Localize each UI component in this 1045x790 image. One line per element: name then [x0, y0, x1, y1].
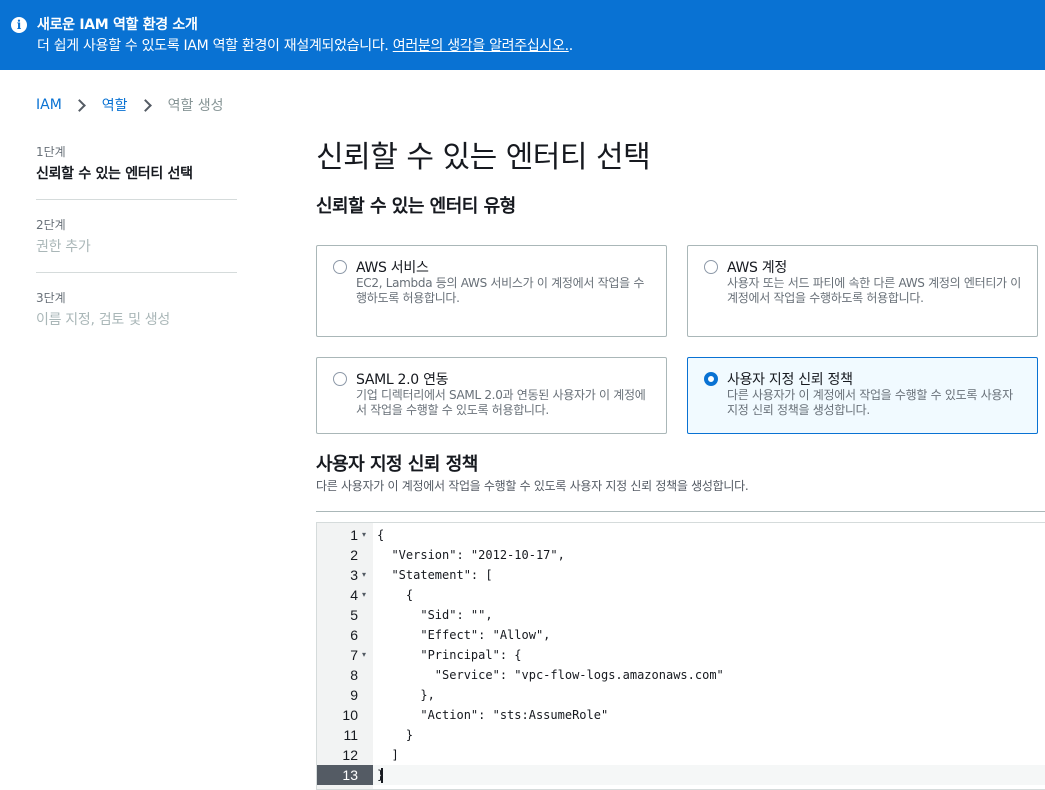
- option-description: 사용자 또는 서드 파티에 속한 다른 AWS 계정의 엔터티가 이 계정에서 …: [727, 276, 1022, 305]
- entity-option-saml[interactable]: SAML 2.0 연동 기업 디렉터리에서 SAML 2.0과 연동된 사용자가…: [316, 357, 667, 434]
- fold-arrow-icon[interactable]: ▾: [362, 529, 366, 541]
- step-label: 이름 지정, 검토 및 생성: [36, 312, 170, 328]
- option-title: AWS 서비스: [356, 260, 429, 276]
- code-text: "Sid": "",: [377, 608, 493, 622]
- code-text: "Statement": [: [377, 568, 493, 582]
- line-number: 3: [350, 567, 358, 583]
- code-line[interactable]: 10 "Action": "sts:AssumeRole": [317, 705, 1045, 725]
- policy-code-editor[interactable]: 1 ▾ {2 "Version": "2012-10-17", 3 ▾ "Stateme…: [316, 522, 1045, 790]
- chevron-right-icon: [138, 98, 152, 112]
- banner-title: 새로운 IAM 역할 환경 소개: [37, 17, 198, 33]
- info-icon: i: [11, 17, 27, 33]
- option-description: EC2, Lambda 등의 AWS 서비스가 이 계정에서 작업을 수행하도록…: [356, 276, 645, 305]
- chevron-right-icon: [72, 98, 86, 112]
- fold-arrow-icon[interactable]: ▾: [362, 649, 366, 661]
- entity-option-aws-service[interactable]: AWS 서비스 EC2, Lambda 등의 AWS 서비스가 이 계정에서 작…: [316, 245, 667, 337]
- breadcrumb-roles[interactable]: 역할: [102, 95, 128, 115]
- code-line[interactable]: 5 "Sid": "",: [317, 605, 1045, 625]
- wizard-steps: 1단계 신뢰할 수 있는 엔터티 선택 2단계 권한 추가 3단계 이름 지정,…: [36, 143, 237, 361]
- code-line[interactable]: 2 "Version": "2012-10-17",: [317, 545, 1045, 565]
- option-title: AWS 계정: [727, 260, 787, 276]
- code-line[interactable]: 4 ▾ {: [317, 585, 1045, 605]
- text-cursor: [381, 768, 383, 783]
- entity-type-heading: 신뢰할 수 있는 엔터티 유형: [316, 196, 516, 217]
- code-line[interactable]: 6 "Effect": "Allow",: [317, 625, 1045, 645]
- step-number: 2단계: [36, 218, 66, 232]
- radio-button[interactable]: [333, 260, 347, 274]
- step-1[interactable]: 1단계 신뢰할 수 있는 엔터티 선택: [36, 143, 237, 200]
- code-text: {: [377, 528, 385, 542]
- radio-button[interactable]: [704, 260, 718, 274]
- code-text: "Service": "vpc-flow-logs.amazonaws.com": [377, 668, 724, 682]
- code-text: },: [377, 688, 435, 702]
- line-number: 13: [317, 765, 373, 785]
- banner-message-text: 더 쉽게 사용할 수 있도록 IAM 역할 환경이 재설계되었습니다.: [37, 38, 393, 54]
- code-line[interactable]: 12 ]: [317, 745, 1045, 765]
- option-title: 사용자 지정 신뢰 정책: [727, 372, 853, 388]
- line-number: 8: [350, 667, 358, 683]
- radio-button[interactable]: [704, 372, 718, 386]
- code-text: {: [377, 588, 414, 602]
- code-line[interactable]: 11 }: [317, 725, 1045, 745]
- fold-arrow-icon[interactable]: ▾: [362, 589, 366, 601]
- line-number: 5: [350, 607, 358, 623]
- line-number: 1: [350, 527, 358, 543]
- breadcrumb-create-role: 역할 생성: [167, 98, 224, 114]
- custom-policy-description: 다른 사용자가 이 계정에서 작업을 수행할 수 있도록 사용자 지정 신뢰 정…: [316, 479, 749, 493]
- code-text: "Effect": "Allow",: [377, 628, 551, 642]
- step-label: 신뢰할 수 있는 엔터티 선택: [36, 166, 193, 182]
- line-number: 12: [342, 747, 358, 763]
- step-label: 권한 추가: [36, 239, 91, 255]
- entity-option-custom-trust-policy[interactable]: 사용자 지정 신뢰 정책 다른 사용자가 이 계정에서 작업을 수행할 수 있도…: [687, 357, 1038, 434]
- code-line[interactable]: 9 },: [317, 685, 1045, 705]
- code-line[interactable]: 13}: [317, 765, 1045, 785]
- fold-arrow-icon[interactable]: ▾: [362, 569, 366, 581]
- code-line[interactable]: 7 ▾ "Principal": {: [317, 645, 1045, 665]
- step-number: 1단계: [36, 145, 66, 159]
- step-number: 3단계: [36, 291, 66, 305]
- code-line[interactable]: 3 ▾ "Statement": [: [317, 565, 1045, 585]
- divider: [316, 511, 1045, 512]
- code-line[interactable]: 1 ▾ {: [317, 525, 1045, 545]
- option-description: 기업 디렉터리에서 SAML 2.0과 연동된 사용자가 이 계정에서 작업을 …: [356, 388, 646, 417]
- line-number: 11: [343, 727, 358, 743]
- code-text: "Principal": {: [377, 648, 522, 662]
- breadcrumb-iam[interactable]: IAM: [36, 97, 62, 113]
- line-number: 9: [350, 687, 358, 703]
- line-number: 6: [350, 627, 358, 643]
- banner-message: 더 쉽게 사용할 수 있도록 IAM 역할 환경이 재설계되었습니다. 여러분의…: [37, 35, 573, 55]
- line-number: 10: [342, 707, 358, 723]
- option-description: 다른 사용자가 이 계정에서 작업을 수행할 수 있도록 사용자 지정 신뢰 정…: [727, 388, 1013, 417]
- banner-suffix: .: [568, 38, 573, 54]
- breadcrumb: IAM 역할 역할 생성: [36, 95, 224, 115]
- page-title: 신뢰할 수 있는 엔터티 선택: [316, 140, 651, 175]
- step-3: 3단계 이름 지정, 검토 및 생성: [36, 289, 237, 345]
- radio-button[interactable]: [333, 372, 347, 386]
- line-number: 4: [350, 587, 358, 603]
- line-number: 2: [350, 547, 358, 563]
- custom-policy-heading: 사용자 지정 신뢰 정책: [316, 454, 478, 475]
- code-text: ]: [377, 748, 399, 762]
- code-line[interactable]: 8 "Service": "vpc-flow-logs.amazonaws.co…: [317, 665, 1045, 685]
- code-text: }: [377, 728, 414, 742]
- step-2: 2단계 권한 추가: [36, 216, 237, 273]
- notification-banner: i 새로운 IAM 역할 환경 소개 더 쉽게 사용할 수 있도록 IAM 역할…: [0, 0, 1045, 70]
- option-title: SAML 2.0 연동: [356, 372, 449, 388]
- code-text: "Version": "2012-10-17",: [377, 548, 565, 562]
- line-number: 7: [350, 647, 358, 663]
- entity-option-aws-account[interactable]: AWS 계정 사용자 또는 서드 파티에 속한 다른 AWS 계정의 엔터티가 …: [687, 245, 1038, 337]
- code-text: "Action": "sts:AssumeRole": [377, 708, 609, 722]
- feedback-link[interactable]: 여러분의 생각을 알려주십시오.: [393, 38, 569, 54]
